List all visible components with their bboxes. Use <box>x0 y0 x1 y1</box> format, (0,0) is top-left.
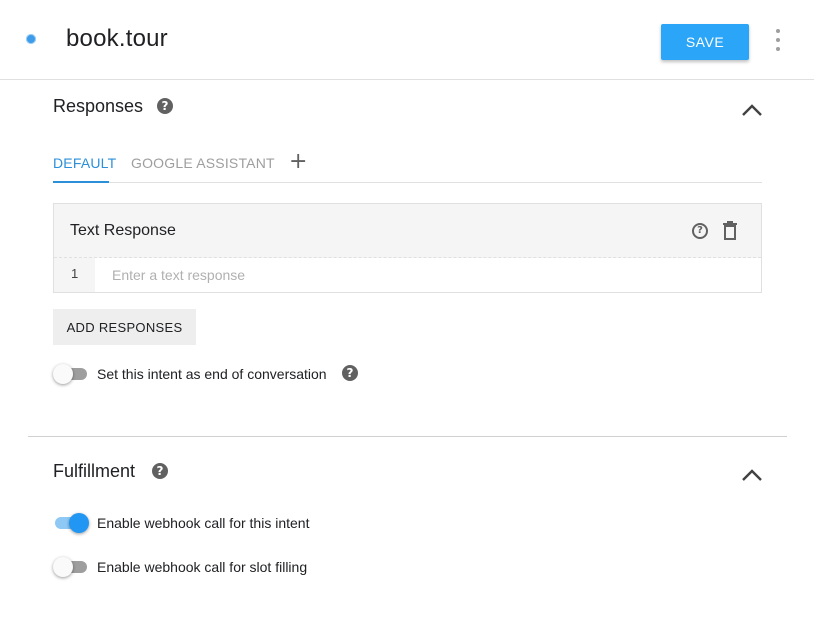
add-responses-button[interactable]: ADD RESPONSES <box>53 309 196 345</box>
more-dot-icon <box>776 47 780 51</box>
toggle-knob <box>53 364 73 384</box>
responses-help-icon[interactable]: ? <box>157 98 173 114</box>
webhook-intent-toggle[interactable] <box>53 513 89 533</box>
responses-collapse-chevron-up-icon[interactable] <box>741 103 763 117</box>
fulfillment-help-icon[interactable]: ? <box>152 463 168 479</box>
more-dot-icon <box>776 38 780 42</box>
more-vert-icon[interactable] <box>770 29 786 51</box>
toggle-knob <box>53 557 73 577</box>
active-tab-indicator <box>53 181 109 183</box>
text-response-input[interactable] <box>100 258 750 292</box>
row-number: 1 <box>71 266 79 281</box>
intent-header: book.tour SAVE <box>0 0 814 80</box>
end-conversation-label: Set this intent as end of conversation <box>97 366 327 382</box>
tab-default[interactable]: DEFAULT <box>53 155 116 171</box>
fulfillment-section-title: Fulfillment <box>53 461 136 481</box>
text-response-card: Text Response ? 1 <box>53 203 762 293</box>
toggle-knob <box>69 513 89 533</box>
tab-google-assistant[interactable]: GOOGLE ASSISTANT <box>131 155 275 171</box>
section-divider <box>28 436 787 437</box>
end-conversation-help-icon[interactable]: ? <box>342 365 358 381</box>
more-dot-icon <box>776 29 780 33</box>
text-response-help-icon[interactable]: ? <box>692 223 708 239</box>
intent-name[interactable]: book.tour <box>66 25 168 53</box>
end-conversation-toggle[interactable] <box>53 364 89 384</box>
delete-trash-icon[interactable] <box>722 221 738 241</box>
save-button[interactable]: SAVE <box>661 24 749 60</box>
responses-tab-bar: DEFAULT GOOGLE ASSISTANT + <box>53 149 762 183</box>
fulfillment-collapse-chevron-up-icon[interactable] <box>741 468 763 482</box>
intent-status-dot-icon <box>26 34 36 44</box>
add-tab-plus-icon[interactable]: + <box>289 149 307 174</box>
row-number-cell: 1 <box>54 258 95 292</box>
webhook-intent-label: Enable webhook call for this intent <box>97 515 310 531</box>
text-response-title: Text Response <box>70 222 176 239</box>
text-response-card-header: Text Response ? <box>54 204 761 258</box>
responses-section-title: Responses <box>53 96 144 116</box>
webhook-slot-label: Enable webhook call for slot filling <box>97 559 308 575</box>
webhook-slot-toggle[interactable] <box>53 557 89 577</box>
